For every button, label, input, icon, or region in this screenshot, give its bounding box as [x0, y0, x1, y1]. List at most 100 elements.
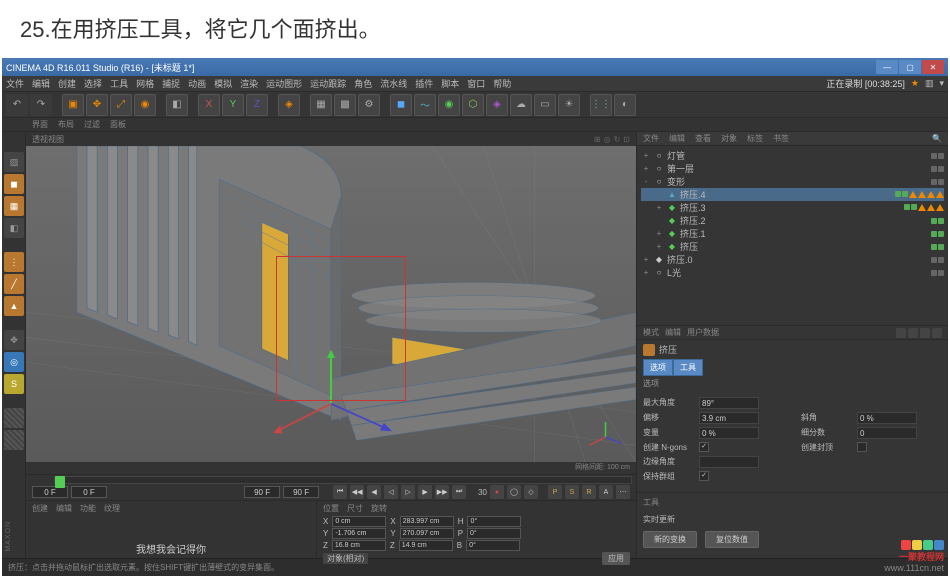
- texture-mode-button[interactable]: ▦: [4, 196, 24, 216]
- edge-angle-field[interactable]: [699, 456, 759, 468]
- perspective-viewport[interactable]: [26, 146, 636, 462]
- coord-y-rot[interactable]: [467, 528, 521, 539]
- menu-snap[interactable]: 捕捉: [162, 77, 180, 90]
- coord-z-pos[interactable]: [332, 540, 386, 551]
- tree-row[interactable]: +◆挤压.1: [641, 227, 944, 240]
- tab-filter[interactable]: 过滤: [84, 119, 100, 130]
- autokey-button[interactable]: ◯: [507, 485, 521, 499]
- object-tree[interactable]: +○灯管+○第一层-○变形▲挤压.4+◆挤压.3◆挤压.2+◆挤压.1+◆挤压+…: [637, 146, 948, 326]
- cube-button[interactable]: ◼: [390, 94, 412, 116]
- spline-button[interactable]: 〜: [414, 94, 436, 116]
- time-end[interactable]: [244, 486, 280, 498]
- generator-button[interactable]: ⬡: [462, 94, 484, 116]
- coord-y-pos[interactable]: [332, 528, 386, 539]
- light-button[interactable]: ☀: [558, 94, 580, 116]
- scale-key-icon[interactable]: S: [565, 485, 579, 499]
- play-button[interactable]: ▷: [401, 485, 415, 499]
- menu-pipeline[interactable]: 流水线: [380, 77, 407, 90]
- prev-key-button[interactable]: ◀◀: [350, 485, 364, 499]
- tree-row[interactable]: +○L光: [641, 266, 944, 279]
- close-button[interactable]: ✕: [922, 60, 944, 74]
- offset-field[interactable]: [699, 412, 759, 424]
- pla-key-icon[interactable]: ⋯: [616, 485, 630, 499]
- time-maxend[interactable]: [283, 486, 319, 498]
- coord-z-size[interactable]: [399, 540, 453, 551]
- omtab-object[interactable]: 对象: [721, 133, 737, 144]
- menu-create[interactable]: 创建: [58, 77, 76, 90]
- coord-z-rot[interactable]: [466, 540, 520, 551]
- viewport-solo-button[interactable]: ◎: [4, 352, 24, 372]
- coord-apply-button[interactable]: 应用: [602, 552, 630, 565]
- minimize-button[interactable]: —: [876, 60, 898, 74]
- omtab-file[interactable]: 文件: [643, 133, 659, 144]
- play-back-button[interactable]: ◁: [384, 485, 398, 499]
- menu-select[interactable]: 选择: [84, 77, 102, 90]
- mograph-button[interactable]: ⋮⋮: [590, 94, 612, 116]
- undo-button[interactable]: ↶: [6, 94, 28, 116]
- mat-tab-edit[interactable]: 编辑: [56, 503, 72, 514]
- menu-animate[interactable]: 动画: [188, 77, 206, 90]
- om-search-icon[interactable]: 🔍: [932, 134, 942, 143]
- attr-nav-next-icon[interactable]: [908, 328, 918, 338]
- menu-render[interactable]: 渲染: [240, 77, 258, 90]
- attr-nav-menu-icon[interactable]: [932, 328, 942, 338]
- goto-start-button[interactable]: ⏮: [333, 485, 347, 499]
- menu-plugins[interactable]: 插件: [415, 77, 433, 90]
- coord-x-pos[interactable]: [332, 516, 386, 527]
- attr-tab-user[interactable]: 用户数据: [687, 327, 719, 338]
- coord-tab-size[interactable]: 尺寸: [347, 503, 363, 514]
- axis-mode-button[interactable]: ✥: [4, 330, 24, 350]
- star-icon[interactable]: ★: [911, 78, 919, 89]
- layout-icon[interactable]: ▥: [925, 78, 934, 89]
- coord-mode[interactable]: 对象(相对): [323, 553, 368, 564]
- menu-tracker[interactable]: 运动跟踪: [310, 77, 346, 90]
- polygon-mode-button[interactable]: ▲: [4, 296, 24, 316]
- playhead[interactable]: [55, 476, 65, 488]
- z-axis-button[interactable]: Z: [246, 94, 268, 116]
- ngons-checkbox[interactable]: [699, 442, 709, 452]
- menu-edit[interactable]: 编辑: [32, 77, 50, 90]
- tree-row[interactable]: +◆挤压.0: [641, 253, 944, 266]
- maximize-button[interactable]: ▢: [899, 60, 921, 74]
- record-button[interactable]: ●: [490, 485, 504, 499]
- locked-button-2[interactable]: [4, 430, 24, 450]
- coord-x-rot[interactable]: [467, 516, 521, 527]
- tree-row[interactable]: ▲挤压.4: [641, 188, 944, 201]
- cap-checkbox[interactable]: [857, 442, 867, 452]
- omtab-tags[interactable]: 标签: [747, 133, 763, 144]
- render-settings-button[interactable]: ⚙: [358, 94, 380, 116]
- attr-tab-mode[interactable]: 模式: [643, 327, 659, 338]
- omtab-edit[interactable]: 编辑: [669, 133, 685, 144]
- rot-key-icon[interactable]: R: [582, 485, 596, 499]
- tree-row[interactable]: +◆挤压: [641, 240, 944, 253]
- make-editable-button[interactable]: ▨: [4, 152, 24, 172]
- menu-mesh[interactable]: 网格: [136, 77, 154, 90]
- omtab-bookmarks[interactable]: 书签: [773, 133, 789, 144]
- coord-tab-rot[interactable]: 旋转: [371, 503, 387, 514]
- pos-key-icon[interactable]: P: [548, 485, 562, 499]
- render-pv-button[interactable]: ▩: [334, 94, 356, 116]
- snap-button[interactable]: S: [4, 374, 24, 394]
- attr-subtab-options[interactable]: 选项: [643, 359, 673, 376]
- coord-x-size[interactable]: [400, 516, 454, 527]
- tree-row[interactable]: +○灯管: [641, 149, 944, 162]
- mat-tab-tex[interactable]: 纹理: [104, 503, 120, 514]
- attr-tab-edit[interactable]: 编辑: [665, 327, 681, 338]
- param-key-icon[interactable]: A: [599, 485, 613, 499]
- next-frame-button[interactable]: ▶: [418, 485, 432, 499]
- goto-end-button[interactable]: ⏭: [452, 485, 466, 499]
- nurbs-button[interactable]: ◉: [438, 94, 460, 116]
- scale-button[interactable]: ⤢: [110, 94, 132, 116]
- subdiv-field[interactable]: [857, 427, 917, 439]
- tag-button[interactable]: ◐: [614, 94, 636, 116]
- last-tool-button[interactable]: ◧: [166, 94, 188, 116]
- deformer-button[interactable]: ◈: [486, 94, 508, 116]
- time-current[interactable]: [71, 486, 107, 498]
- rotate-button[interactable]: ◉: [134, 94, 156, 116]
- menu-script[interactable]: 脚本: [441, 77, 459, 90]
- mat-tab-create[interactable]: 创建: [32, 503, 48, 514]
- locked-button[interactable]: [4, 408, 24, 428]
- x-axis-button[interactable]: X: [198, 94, 220, 116]
- coord-tab-pos[interactable]: 位置: [323, 503, 339, 514]
- next-key-button[interactable]: ▶▶: [435, 485, 449, 499]
